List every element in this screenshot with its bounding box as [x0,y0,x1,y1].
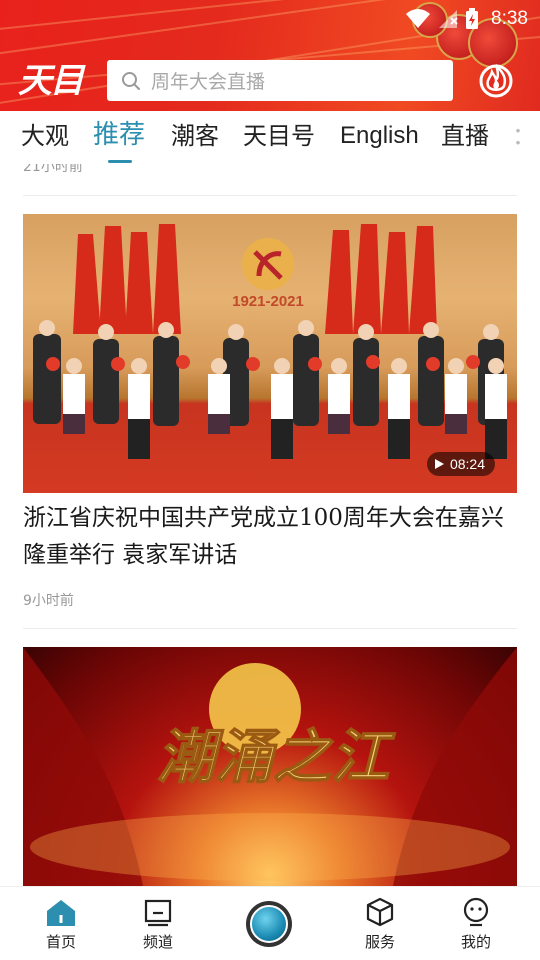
tab-tianmuhao[interactable]: 天目号 [243,121,315,151]
divider [23,195,517,196]
nav-profile-label: 我的 [460,933,491,951]
camera-orb-icon [250,905,288,943]
nav-home-label: 首页 [45,933,76,951]
search-input[interactable]: 周年大会直播 [107,60,453,101]
search-placeholder: 周年大会直播 [151,71,266,93]
status-time: 8:38 [491,8,528,29]
profile-icon [463,897,489,927]
stage-curtain-image: 潮涌之江 [23,647,517,886]
nav-home[interactable]: 首页 [26,895,96,952]
home-icon [47,900,75,926]
cube-icon [366,897,394,927]
nav-service-label: 服务 [364,933,395,951]
app-header: 8:38 天目 周年大会直播 [0,0,540,111]
tab-chaoke[interactable]: 潮客 [171,121,219,151]
nav-channel-label: 频道 [142,933,173,951]
battery-icon [466,8,479,29]
channel-icon [144,899,172,927]
tab-live[interactable]: 直播 [441,121,489,151]
nav-service[interactable]: 服务 [345,895,415,952]
search-icon [122,71,140,90]
divider [23,628,517,629]
play-icon [434,459,444,469]
news-thumbnail[interactable]: 潮涌之江 [23,647,517,886]
channel-tabs: 大观 推荐 潮客 天目号 English 直播 ： [0,111,540,164]
thumbnail-calligraphy-text: 潮涌之江 [157,723,396,791]
nav-channel[interactable]: 频道 [123,895,193,952]
nav-profile[interactable]: 我的 [441,895,511,952]
bottom-navigation: 首页 频道 服务 我的 [0,886,540,960]
wifi-icon [406,9,431,28]
active-tab-indicator [108,160,132,163]
app-logo[interactable]: 天目 [18,60,90,102]
tab-daguan[interactable]: 大观 [21,121,69,151]
news-video-thumbnail[interactable]: 1921-2021 08:24 [23,214,517,493]
tab-more-cut[interactable]: ： [512,121,536,151]
previous-item-time: 21小时前 [23,164,83,175]
status-bar: 8:38 [0,0,540,38]
tab-english[interactable]: English [340,121,419,151]
emblem-year-text: 1921-2021 [232,293,304,310]
nav-center-button[interactable] [246,901,292,947]
video-duration-badge: 08:24 [426,452,495,476]
tab-recommend[interactable]: 推荐 [93,120,145,150]
hot-flame-icon[interactable] [476,60,516,100]
signal-icon [439,10,458,28]
news-feed[interactable]: 21小时前 1921-2021 08:24 浙江省庆祝中国共产党成立100周年大… [0,164,540,886]
video-duration: 08:24 [449,456,485,472]
news-time: 9小时前 [23,593,74,609]
news-title[interactable]: 浙江省庆祝中国共产党成立100周年大会在嘉兴隆重举行 袁家军讲话 [23,500,517,574]
